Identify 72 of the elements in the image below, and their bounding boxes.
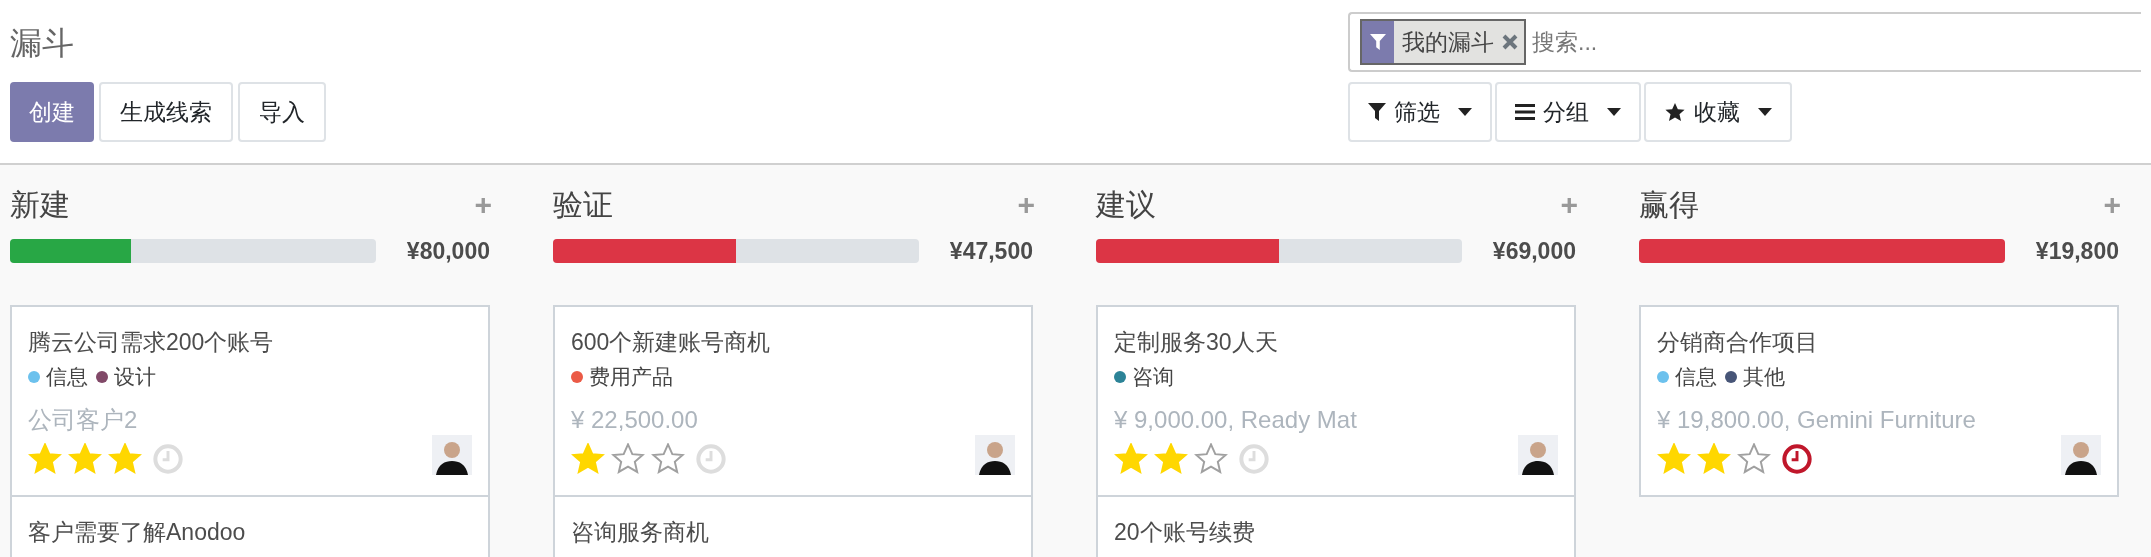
card-subtitle: ¥ 22,500.00 (571, 404, 699, 435)
filter-facet[interactable]: 我的漏斗 (1360, 19, 1526, 65)
search-option-button[interactable]: 筛选 (1348, 82, 1492, 142)
star-icon[interactable] (1657, 442, 1691, 475)
opportunity-card[interactable]: 600个新建账号商机 费用产品 ¥ 22,500.00 (553, 305, 1033, 497)
card-title: 咨询服务商机 (571, 518, 710, 547)
opportunity-card[interactable]: 分销商合作项目 信息 其他 ¥ 19,800.00, Gemini Furniture (1639, 305, 2119, 497)
search-field[interactable]: 我的漏斗 搜索... (1348, 12, 2141, 72)
opportunity-card[interactable]: 定制服务30人天 咨询 ¥ 9,000.00, Ready Mat (1096, 305, 1576, 497)
card-title: 定制服务30人天 (1114, 328, 1279, 357)
facet-label: 我的漏斗 (1401, 27, 1495, 57)
star-icon[interactable] (108, 442, 142, 475)
star-icon[interactable] (571, 442, 605, 475)
avatar-icon (1518, 434, 1558, 475)
caret-icon (1758, 108, 1772, 116)
star-icon (1664, 101, 1686, 123)
column-title: 验证 (553, 186, 613, 223)
card-title: 客户需要了解Anodoo (28, 518, 247, 547)
card-title: 20个账号续费 (1114, 518, 1256, 547)
card-subtitle: 公司客户2 (28, 404, 139, 435)
create-button[interactable]: 创建 (10, 82, 94, 142)
column-title: 建议 (1096, 186, 1156, 223)
page-title: 漏斗 (10, 24, 75, 63)
close-icon[interactable] (1502, 34, 1518, 50)
star-icon[interactable] (1697, 442, 1731, 475)
filter-icon (1368, 102, 1386, 122)
column-total: ¥69,000 (1492, 236, 1576, 266)
tag-label: 信息 (1675, 364, 1717, 390)
opportunity-card[interactable]: 咨询服务商机 (553, 495, 1033, 557)
menu-icon (1515, 103, 1535, 121)
column-total: ¥19,800 (2035, 236, 2119, 266)
caret-icon (1458, 108, 1472, 116)
card-title: 腾云公司需求200个账号 (28, 328, 275, 357)
card-subtitle: ¥ 9,000.00, Ready Mat (1114, 404, 1358, 435)
toolbar-button[interactable]: 生成线索 (99, 82, 233, 142)
star-icon[interactable] (68, 442, 102, 475)
toolbar-button[interactable]: 导入 (238, 82, 326, 142)
avatar-icon (432, 434, 472, 475)
opportunity-card[interactable]: 客户需要了解Anodoo (10, 495, 490, 557)
star-icon[interactable] (1154, 442, 1188, 475)
star-outline-icon[interactable] (1194, 442, 1228, 475)
star-outline-icon[interactable] (651, 442, 685, 475)
caret-icon (1607, 108, 1621, 116)
search-input[interactable]: 搜索... (1532, 24, 2131, 60)
opportunity-card[interactable]: 腾云公司需求200个账号 信息 设计 公司客户2 (10, 305, 490, 497)
tag-label: 咨询 (1132, 364, 1174, 390)
avatar-icon (975, 434, 1015, 475)
tag-label: 信息 (46, 364, 88, 390)
star-outline-icon[interactable] (611, 442, 645, 475)
card-title: 600个新建账号商机 (571, 328, 772, 357)
clock-icon[interactable] (1781, 442, 1813, 475)
card-subtitle: ¥ 19,800.00, Gemini Furniture (1657, 404, 1977, 435)
star-rating[interactable] (1114, 442, 1228, 475)
column-total: ¥47,500 (949, 236, 1033, 266)
tag-label: 费用产品 (589, 364, 673, 390)
filter-icon (1370, 33, 1386, 51)
star-icon[interactable] (28, 442, 62, 475)
card-title: 分销商合作项目 (1657, 328, 1819, 357)
search-option-button[interactable]: 分组 (1495, 82, 1641, 142)
column-title: 赢得 (1639, 186, 1699, 223)
column-title: 新建 (10, 186, 70, 223)
opportunity-card[interactable]: 20个账号续费 (1096, 495, 1576, 557)
star-rating[interactable] (1657, 442, 1771, 475)
star-rating[interactable] (571, 442, 685, 475)
tag-label: 设计 (114, 364, 156, 390)
search-option-button[interactable]: 收藏 (1644, 82, 1792, 142)
tag-label: 其他 (1743, 364, 1785, 390)
star-icon[interactable] (1114, 442, 1148, 475)
avatar-icon (2061, 434, 2101, 475)
star-rating[interactable] (28, 442, 142, 475)
column-total: ¥80,000 (406, 236, 490, 266)
star-outline-icon[interactable] (1737, 442, 1771, 475)
